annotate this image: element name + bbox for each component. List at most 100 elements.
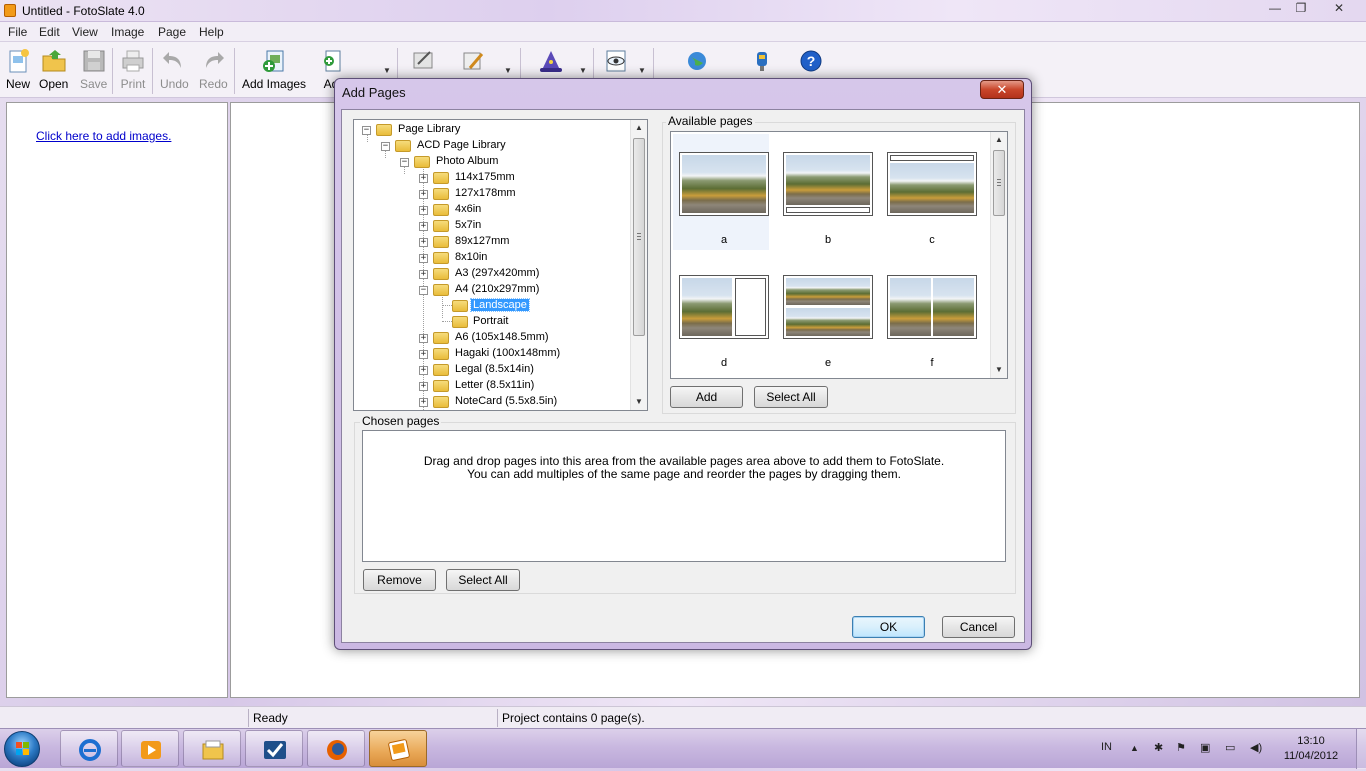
- restore-button[interactable]: ❐: [1288, 1, 1314, 18]
- device-button[interactable]: [749, 48, 775, 74]
- tree-node-size[interactable]: + 127x178mm: [354, 186, 634, 202]
- cancel-button[interactable]: Cancel: [942, 616, 1015, 638]
- pencil-tool-button[interactable]: [460, 48, 486, 74]
- collapse-icon[interactable]: −: [362, 126, 371, 135]
- menu-help[interactable]: Help: [199, 25, 224, 39]
- menu-view[interactable]: View: [72, 25, 98, 39]
- scroll-up-arrow-icon[interactable]: ▲: [991, 132, 1007, 148]
- tree-node-size[interactable]: − A4 (210x297mm): [354, 282, 634, 298]
- volume-speaker-icon[interactable]: ◀): [1250, 741, 1262, 754]
- dialog-close-button[interactable]: ✕: [980, 80, 1024, 99]
- expand-icon[interactable]: +: [419, 222, 428, 231]
- tree-node-acd-page-library[interactable]: − ACD Page Library: [354, 138, 634, 154]
- scroll-thumb[interactable]: [633, 138, 645, 336]
- tree-node-size[interactable]: + 114x175mm: [354, 170, 634, 186]
- add-images-link[interactable]: Click here to add images.: [36, 129, 171, 143]
- save-button[interactable]: Save: [80, 48, 107, 91]
- open-button[interactable]: Open: [39, 48, 68, 91]
- page-thumbnail-c[interactable]: c: [881, 134, 977, 250]
- ok-button[interactable]: OK: [852, 616, 925, 638]
- page-thumbnail-e[interactable]: e: [777, 257, 873, 373]
- web-button[interactable]: [684, 48, 710, 74]
- page-thumbnail-f[interactable]: f: [881, 257, 977, 373]
- tree-node-landscape[interactable]: Landscape: [354, 298, 634, 314]
- tree-node-size[interactable]: + A6 (105x148.5mm): [354, 330, 634, 346]
- expand-icon[interactable]: +: [419, 382, 428, 391]
- dropdown-arrow-icon[interactable]: ▼: [383, 66, 391, 75]
- edit-page-button[interactable]: [410, 48, 436, 74]
- page-library-tree[interactable]: − Page Library − ACD Page Library − Phot…: [353, 119, 648, 411]
- dropdown-arrow-icon[interactable]: ▼: [638, 66, 646, 75]
- expand-icon[interactable]: +: [419, 174, 428, 183]
- tree-node-size[interactable]: + 89x127mm: [354, 234, 634, 250]
- expand-icon[interactable]: +: [419, 190, 428, 199]
- page-thumbnail-b[interactable]: b: [777, 134, 873, 250]
- taskbar-internet-explorer[interactable]: [60, 730, 118, 767]
- network-icon[interactable]: ▭: [1225, 741, 1235, 754]
- wizard-button[interactable]: [538, 48, 564, 74]
- expand-icon[interactable]: +: [419, 238, 428, 247]
- tree-node-size[interactable]: + 4x6in: [354, 202, 634, 218]
- tree-node-size[interactable]: + Letter (8.5x11in): [354, 378, 634, 394]
- tree-node-page-library[interactable]: − Page Library: [354, 122, 634, 138]
- menu-page[interactable]: Page: [158, 25, 186, 39]
- scroll-thumb[interactable]: [993, 150, 1005, 216]
- preview-button[interactable]: [603, 48, 629, 74]
- show-desktop-button[interactable]: [1356, 729, 1366, 769]
- tree-node-size[interactable]: + 5x7in: [354, 218, 634, 234]
- expand-icon[interactable]: +: [419, 398, 428, 407]
- minimize-button[interactable]: —: [1262, 1, 1288, 18]
- expand-icon[interactable]: +: [419, 334, 428, 343]
- show-hidden-icons-arrow-icon[interactable]: ▲: [1130, 743, 1139, 753]
- select-all-available-button[interactable]: Select All: [754, 386, 828, 408]
- expand-icon[interactable]: +: [419, 206, 428, 215]
- page-thumbnail-a[interactable]: a: [673, 134, 769, 250]
- action-center-flag-icon[interactable]: ⚑: [1176, 741, 1186, 754]
- language-indicator[interactable]: IN: [1101, 741, 1112, 753]
- print-button[interactable]: Print: [120, 48, 146, 91]
- usb-safely-remove-icon[interactable]: ▣: [1200, 741, 1210, 754]
- tree-node-size[interactable]: + A3 (297x420mm): [354, 266, 634, 282]
- collapse-icon[interactable]: −: [400, 158, 409, 167]
- tree-node-size[interactable]: + 8x10in: [354, 250, 634, 266]
- close-window-button[interactable]: ✕: [1326, 1, 1352, 18]
- expand-icon[interactable]: +: [419, 366, 428, 375]
- tree-node-portrait[interactable]: Portrait: [354, 314, 634, 330]
- dropdown-arrow-icon[interactable]: ▼: [504, 66, 512, 75]
- tree-node-size[interactable]: + NoteCard (5.5x8.5in): [354, 394, 634, 410]
- tree-node-size[interactable]: + Legal (8.5x14in): [354, 362, 634, 378]
- system-clock[interactable]: 13:10 11/04/2012: [1276, 734, 1346, 764]
- taskbar-media-player[interactable]: [121, 730, 179, 767]
- bluetooth-icon[interactable]: ✱: [1154, 741, 1163, 754]
- expand-icon[interactable]: +: [419, 254, 428, 263]
- taskbar-firefox[interactable]: [307, 730, 365, 767]
- menu-file[interactable]: File: [8, 25, 27, 39]
- collapse-icon[interactable]: −: [381, 142, 390, 151]
- add-button[interactable]: Add: [670, 386, 743, 408]
- undo-button[interactable]: Undo: [160, 48, 189, 91]
- collapse-icon[interactable]: −: [419, 286, 428, 295]
- taskbar-app-checkmark[interactable]: [245, 730, 303, 767]
- expand-icon[interactable]: +: [419, 350, 428, 359]
- scroll-up-arrow-icon[interactable]: ▲: [631, 120, 647, 136]
- tree-node-size[interactable]: + Hagaki (100x148mm): [354, 346, 634, 362]
- tree-scrollbar[interactable]: ▲ ▼: [630, 120, 647, 410]
- menu-edit[interactable]: Edit: [39, 25, 60, 39]
- expand-icon[interactable]: +: [419, 270, 428, 279]
- available-pages-list[interactable]: a b c d e f ▲ ▼: [670, 131, 1008, 379]
- taskbar-explorer[interactable]: [183, 730, 241, 767]
- page-thumbnail-d[interactable]: d: [673, 257, 769, 373]
- redo-button[interactable]: Redo: [199, 48, 228, 91]
- scroll-down-arrow-icon[interactable]: ▼: [991, 362, 1007, 378]
- scroll-down-arrow-icon[interactable]: ▼: [631, 394, 647, 410]
- taskbar-fotoslate[interactable]: [369, 730, 427, 767]
- thumbnails-scrollbar[interactable]: ▲ ▼: [990, 132, 1007, 378]
- new-button[interactable]: New: [5, 48, 31, 91]
- start-button[interactable]: [4, 731, 40, 767]
- add-images-button[interactable]: Add Images: [242, 48, 306, 91]
- chosen-pages-drop-area[interactable]: Drag and drop pages into this area from …: [362, 430, 1006, 562]
- select-all-chosen-button[interactable]: Select All: [446, 569, 520, 591]
- remove-button[interactable]: Remove: [363, 569, 436, 591]
- tree-node-photo-album[interactable]: − Photo Album: [354, 154, 634, 170]
- help-button[interactable]: ?: [798, 48, 824, 74]
